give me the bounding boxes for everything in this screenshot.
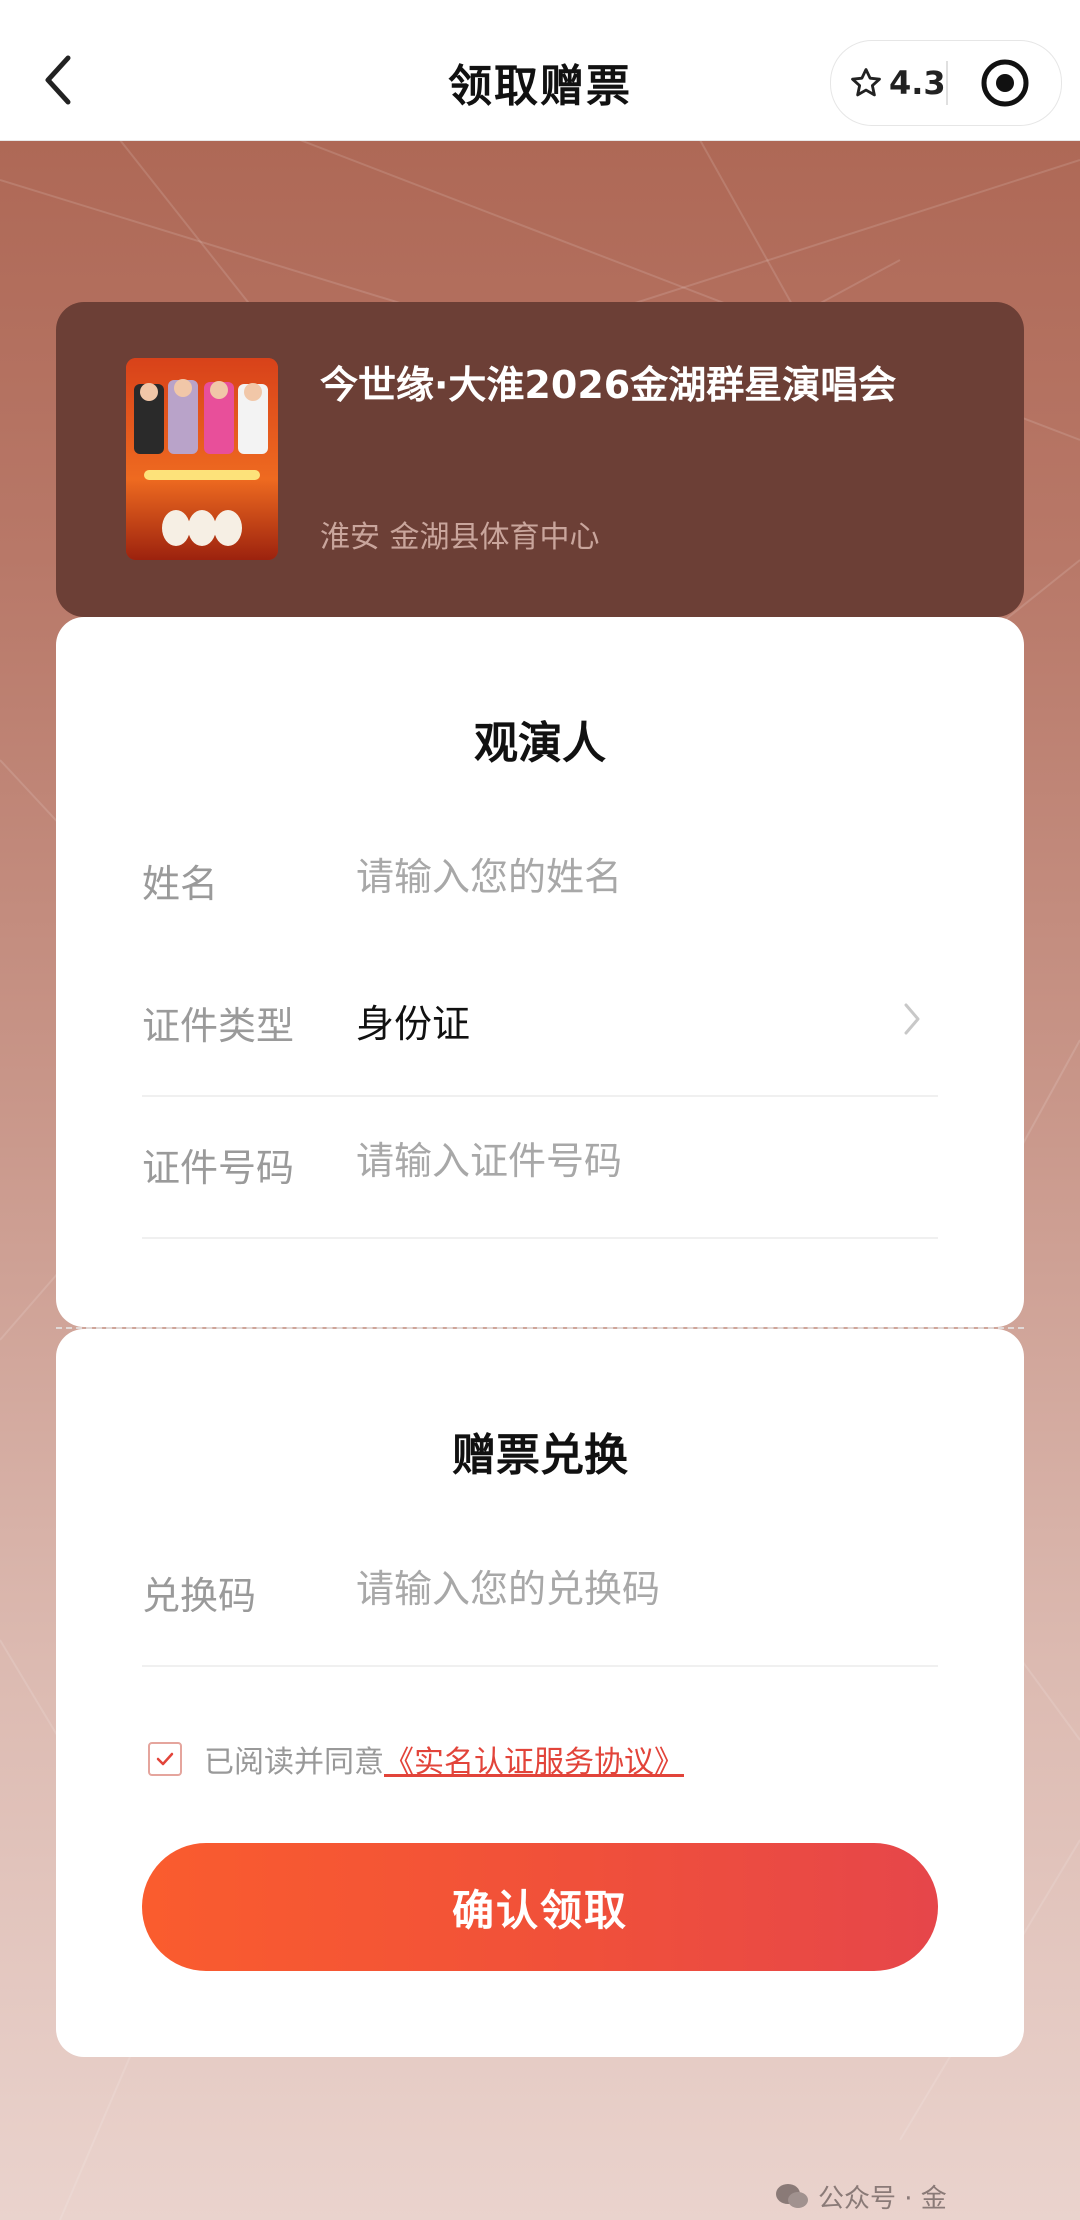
agreement-link[interactable]: 《实名认证服务协议》 xyxy=(384,1737,684,1781)
id-number-row: 证件号码 xyxy=(142,1097,938,1239)
code-row: 兑换码 xyxy=(142,1525,938,1667)
name-input[interactable] xyxy=(356,847,896,907)
id-number-input[interactable] xyxy=(356,1131,896,1191)
event-poster xyxy=(126,358,278,560)
audience-section-title: 观演人 xyxy=(474,718,606,769)
close-program-button[interactable] xyxy=(979,57,1031,109)
name-row: 姓名 xyxy=(142,813,938,955)
mini-program-capsule: 4.3 xyxy=(830,40,1062,126)
target-icon xyxy=(981,59,1029,107)
code-label: 兑换码 xyxy=(142,1574,257,1618)
agreement-checkbox[interactable] xyxy=(148,1742,182,1776)
rating-button[interactable]: 4.3 xyxy=(849,61,946,105)
check-icon xyxy=(156,1752,174,1766)
row-divider xyxy=(142,1665,938,1667)
id-type-label: 证件类型 xyxy=(142,1004,295,1048)
capsule-divider xyxy=(946,61,948,105)
event-venue: 淮安 金湖县体育中心 xyxy=(320,520,600,555)
audience-card: 观演人 姓名 证件类型 身份证 证件号码 xyxy=(56,617,1024,1327)
agreement-row: 已阅读并同意 《实名认证服务协议》 xyxy=(148,1737,684,1781)
chevron-right-icon xyxy=(904,1003,920,1035)
id-type-value: 身份证 xyxy=(356,1002,471,1046)
event-title: 今世缘·大淮2026金湖群星演唱会 xyxy=(320,363,897,407)
event-card: 今世缘·大淮2026金湖群星演唱会 淮安 金湖县体育中心 xyxy=(56,302,1024,617)
name-label: 姓名 xyxy=(142,862,219,906)
id-type-row[interactable]: 证件类型 身份证 xyxy=(142,955,938,1097)
star-icon xyxy=(851,68,881,97)
redeem-card: 赠票兑换 兑换码 已阅读并同意 《实名认证服务协议》 确认领取 xyxy=(56,1329,1024,2057)
row-divider xyxy=(142,1237,938,1239)
rating-value: 4.3 xyxy=(889,64,946,102)
agreement-text: 已阅读并同意 xyxy=(204,1745,384,1780)
confirm-button[interactable]: 确认领取 xyxy=(142,1843,938,1971)
id-number-label: 证件号码 xyxy=(142,1146,295,1190)
code-input[interactable] xyxy=(356,1559,896,1619)
watermark-text: 公众号 · 金 xyxy=(818,2184,947,2214)
navigation-bar: 领取赠票 4.3 xyxy=(0,0,1080,141)
wechat-icon xyxy=(776,2183,808,2208)
watermark: 公众号 · 金 xyxy=(774,2178,947,2215)
redeem-section-title: 赠票兑换 xyxy=(452,1430,628,1481)
